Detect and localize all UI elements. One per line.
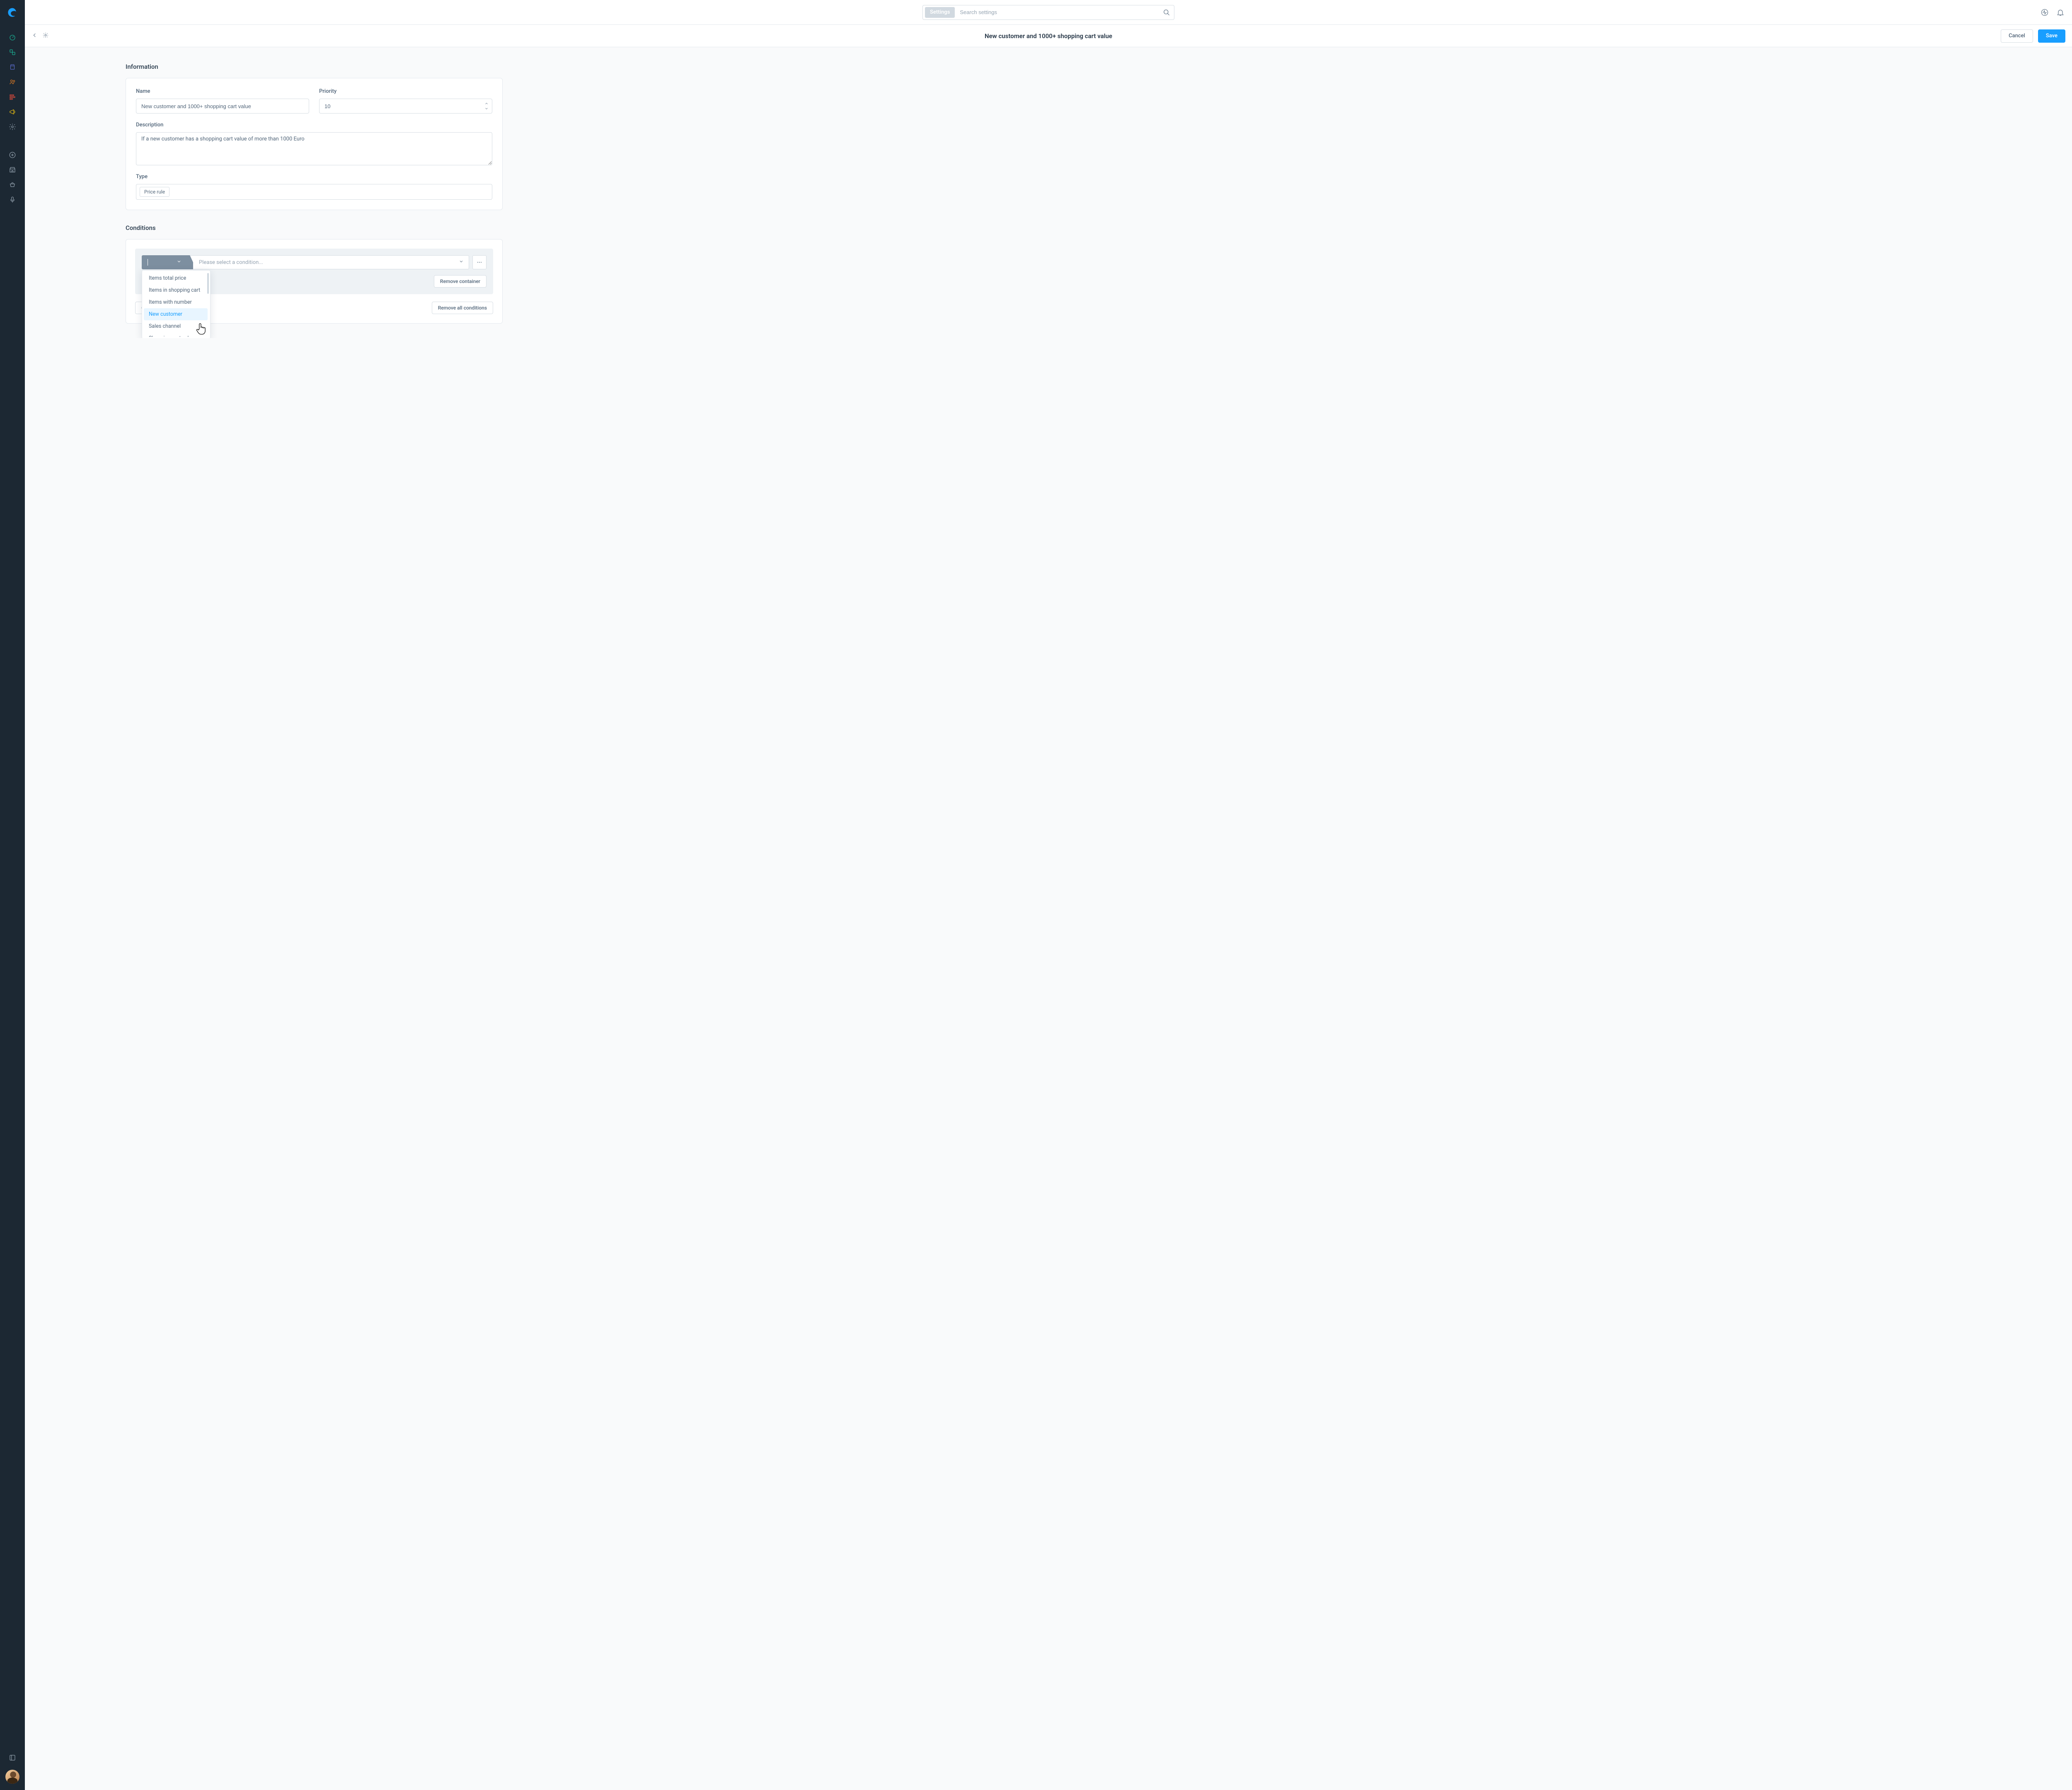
search-icon[interactable] [1159, 5, 1174, 20]
logic-operator-select[interactable] [142, 255, 187, 269]
condition-block: Please select a condition... Items total… [135, 249, 493, 294]
section-title-conditions: Conditions [126, 224, 503, 232]
name-label: Name [136, 88, 309, 94]
remove-all-conditions-button[interactable]: Remove all conditions [432, 302, 493, 314]
logic-arrow-shape [187, 255, 193, 269]
priority-step-down[interactable] [483, 106, 490, 111]
type-input[interactable]: Price rule [136, 184, 492, 200]
nav-orders[interactable] [0, 60, 25, 75]
condition-context-menu[interactable] [472, 255, 487, 269]
nav-dashboard[interactable] [0, 30, 25, 45]
header: Settings [25, 0, 2072, 25]
search-scope-badge[interactable]: Settings [925, 7, 955, 18]
nav-marketing[interactable] [0, 104, 25, 119]
dropdown-item[interactable]: Items total price [144, 272, 208, 284]
nav-content[interactable] [0, 90, 25, 104]
dropdown-item[interactable]: Sales channel [144, 320, 208, 332]
condition-row: Please select a condition... Items total… [142, 255, 487, 269]
type-label: Type [136, 174, 492, 180]
dropdown-item[interactable]: Shopping cart value [144, 332, 208, 337]
sidebar [0, 0, 25, 1790]
nav-customers[interactable] [0, 75, 25, 90]
dropdown-item[interactable]: Items with number [144, 296, 208, 308]
search-bar[interactable]: Settings [922, 5, 1174, 20]
bell-icon[interactable] [2056, 8, 2065, 17]
dropdown-scrollbar[interactable] [207, 273, 209, 294]
nav-catalogues[interactable] [0, 45, 25, 60]
conditions-card: Please select a condition... Items total… [126, 239, 503, 324]
activity-icon[interactable] [2041, 8, 2049, 17]
information-card: Name Priority Description [126, 78, 503, 210]
nav-settings[interactable] [0, 119, 25, 134]
logo[interactable] [0, 0, 25, 25]
back-button[interactable] [31, 32, 38, 40]
section-title-information: Information [126, 63, 503, 70]
priority-step-up[interactable] [483, 101, 490, 106]
page-settings-icon[interactable] [42, 32, 49, 40]
description-input[interactable] [136, 132, 492, 165]
page-title: New customer and 1000+ shopping cart val… [25, 32, 2072, 40]
nav-basket[interactable] [0, 177, 25, 192]
remove-container-button[interactable]: Remove container [434, 275, 487, 288]
name-input[interactable] [136, 99, 309, 114]
dropdown-item[interactable]: New customer [144, 308, 208, 320]
type-tag[interactable]: Price rule [140, 187, 169, 197]
condition-placeholder: Please select a condition... [199, 259, 263, 266]
smartbar: New customer and 1000+ shopping cart val… [25, 25, 2072, 47]
nav-collapse[interactable] [0, 1750, 25, 1765]
nav-shop[interactable] [0, 162, 25, 177]
dropdown-item[interactable]: Items in shopping cart [144, 284, 208, 296]
save-button[interactable]: Save [2038, 29, 2065, 43]
cancel-button[interactable]: Cancel [2001, 29, 2033, 43]
priority-label: Priority [319, 88, 492, 94]
description-label: Description [136, 122, 492, 128]
search-input[interactable] [955, 9, 1159, 15]
nav-add[interactable] [0, 148, 25, 162]
priority-input[interactable] [319, 99, 492, 114]
chevron-down-icon [459, 259, 464, 266]
user-avatar[interactable] [0, 1765, 25, 1788]
nav-mic[interactable] [0, 192, 25, 207]
chevron-down-icon [177, 259, 182, 266]
condition-dropdown: Items total price Items in shopping cart… [142, 270, 211, 338]
main-content: Information Name Priority [25, 47, 603, 338]
condition-type-select[interactable]: Please select a condition... [187, 255, 469, 269]
